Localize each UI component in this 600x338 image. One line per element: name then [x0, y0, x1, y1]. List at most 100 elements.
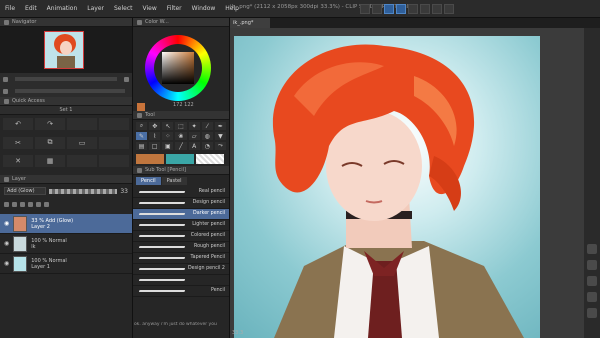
select-tool-icon[interactable]: ↖ [162, 122, 174, 130]
cmd-button[interactable] [408, 4, 418, 14]
rotate-slider[interactable] [15, 89, 125, 93]
paste-button[interactable]: ▭ [67, 136, 97, 149]
cmd-button[interactable] [444, 4, 454, 14]
zoom-out-icon[interactable] [3, 76, 8, 82]
redo-button[interactable]: ↷ [35, 118, 65, 130]
gallery-icon[interactable] [587, 292, 597, 302]
opacity-slider[interactable] [49, 188, 118, 194]
brush-item[interactable]: Design pencil [133, 198, 229, 209]
camera-icon[interactable] [587, 260, 597, 270]
qa-button[interactable] [99, 155, 129, 168]
layer-row-layer-1[interactable]: ◉ 100 % Normal Layer 1 [0, 254, 132, 274]
artwork[interactable] [234, 36, 540, 338]
eraser-icon[interactable]: ▱ [188, 132, 200, 140]
play-icon[interactable] [587, 244, 597, 254]
navigator-controls [0, 73, 132, 85]
set-selector[interactable]: Set 1 [0, 106, 132, 115]
brush-item[interactable]: Lighter pencil [133, 220, 229, 231]
marquee-tool-icon[interactable]: ⬚ [175, 122, 187, 130]
fill-button[interactable]: ▦ [35, 155, 65, 168]
eye-icon[interactable]: ◉ [4, 220, 9, 227]
pencil-icon[interactable]: ✎ [136, 132, 148, 140]
menu-animation[interactable]: Animation [42, 5, 83, 12]
document-tab[interactable]: ik_.png* [230, 18, 270, 28]
navigator-thumbnail[interactable] [44, 31, 84, 69]
clear-button[interactable]: ✕ [3, 155, 33, 168]
wand-tool-icon[interactable]: ✦ [188, 122, 200, 130]
cmd-button[interactable] [360, 4, 370, 14]
pen-tool-icon[interactable]: ✒ [214, 122, 226, 130]
swatch-transparent[interactable] [196, 154, 224, 164]
qa-button[interactable] [99, 136, 129, 149]
menu-layer[interactable]: Layer [82, 5, 109, 12]
brush-item[interactable]: Colored pencil [133, 231, 229, 242]
canvas-area[interactable] [230, 28, 584, 338]
delete-layer-icon[interactable] [44, 201, 49, 207]
cmd-button[interactable] [420, 4, 430, 14]
rotate-icon[interactable] [3, 88, 8, 94]
brush-item-selected[interactable]: Darker pencil [133, 209, 229, 220]
zoom-tool-icon[interactable]: ⌕ [136, 122, 148, 130]
blend-tool-icon[interactable]: ◍ [201, 132, 213, 140]
brush-tool-icon[interactable]: ⌇ [149, 132, 161, 140]
undo-button[interactable]: ↶ [3, 118, 33, 130]
menu-select[interactable]: Select [109, 5, 138, 12]
folder-icon[interactable] [587, 276, 597, 286]
new-layer-icon[interactable] [36, 201, 41, 207]
qa-button[interactable] [99, 118, 129, 130]
brush-preview [138, 279, 186, 281]
cmd-button-active[interactable] [384, 4, 394, 14]
blend-mode-select[interactable]: Add (Glow) [4, 187, 46, 195]
brush-item[interactable]: Pencil [133, 286, 229, 297]
brush-item[interactable]: Design pencil 2 [133, 264, 229, 275]
cmd-button[interactable] [432, 4, 442, 14]
figure-icon[interactable]: □ [149, 142, 161, 150]
layer-row-lk[interactable]: ◉ 100 % Normal lk [0, 234, 132, 254]
zoom-in-icon[interactable] [124, 76, 129, 82]
menu-file[interactable]: File [0, 5, 20, 12]
balloon-icon[interactable]: ◔ [201, 142, 213, 150]
decoration-icon[interactable]: ❀ [175, 132, 187, 140]
menu-filter[interactable]: Filter [162, 5, 187, 12]
tab-pastel[interactable]: Pastel [161, 177, 187, 185]
cmd-button-active[interactable] [396, 4, 406, 14]
airbrush-icon[interactable]: ⁘ [162, 132, 174, 140]
zoom-slider[interactable] [15, 77, 117, 81]
layer-row-layer-2[interactable]: ◉ 33 % Add (Glow) Layer 2 [0, 214, 132, 234]
copy-button[interactable]: ⧉ [35, 136, 65, 149]
reference-icon[interactable] [20, 201, 25, 207]
eyedropper-icon[interactable]: ⁄ [201, 122, 213, 130]
eye-icon[interactable]: ◉ [4, 260, 9, 267]
frame-icon[interactable]: ▣ [162, 142, 174, 150]
ruler-icon[interactable]: ╱ [175, 142, 187, 150]
brush-item[interactable] [133, 275, 229, 286]
folder-icon[interactable] [28, 201, 33, 207]
brush-item[interactable]: Real pencil [133, 187, 229, 198]
eye-icon[interactable]: ◉ [4, 240, 9, 247]
navigator-view[interactable] [0, 27, 132, 73]
main-color-swatch[interactable] [137, 103, 145, 111]
swatch-teal[interactable] [166, 154, 194, 164]
menu-window[interactable]: Window [187, 5, 221, 12]
lock-icon[interactable] [4, 201, 9, 207]
brush-preview [138, 235, 186, 237]
cut-button[interactable]: ✂ [3, 136, 33, 149]
move-tool-icon[interactable]: ✥ [149, 122, 161, 130]
saturation-value-square[interactable] [162, 52, 194, 84]
menu-view[interactable]: View [138, 5, 162, 12]
gradient-icon[interactable]: ▤ [136, 142, 148, 150]
brush-item[interactable]: Rough pencil [133, 242, 229, 253]
qa-button[interactable] [67, 118, 97, 130]
settings-icon[interactable] [587, 308, 597, 318]
qa-button[interactable] [67, 155, 97, 168]
tab-pencil[interactable]: Pencil [136, 177, 161, 185]
text-tool-icon[interactable]: A [188, 142, 200, 150]
menu-edit[interactable]: Edit [20, 5, 42, 12]
fill-tool-icon[interactable]: ▼ [214, 132, 226, 140]
clip-icon[interactable] [12, 201, 17, 207]
swatch-orange[interactable] [136, 154, 164, 164]
correct-line-icon[interactable]: ⤳ [214, 142, 226, 150]
brush-item[interactable]: Tapered Pencil [133, 253, 229, 264]
layer-thumbnail [13, 215, 28, 232]
cmd-button[interactable] [372, 4, 382, 14]
